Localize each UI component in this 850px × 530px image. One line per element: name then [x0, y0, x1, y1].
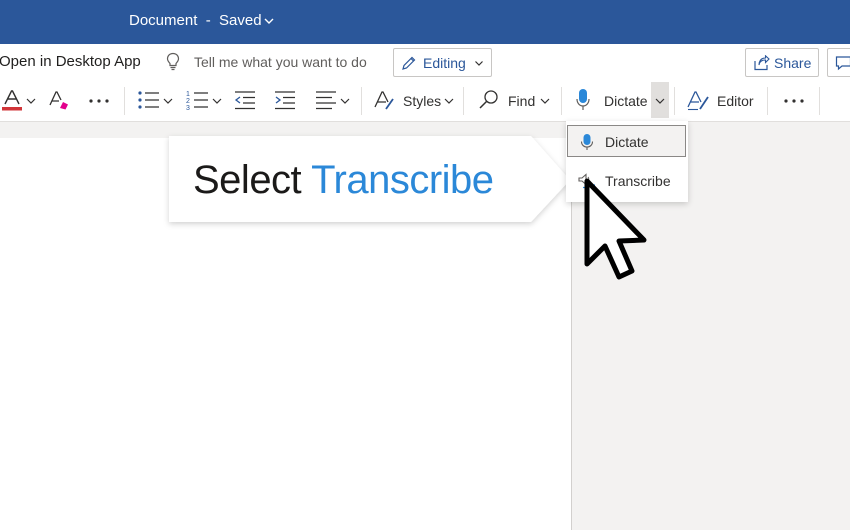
ribbon-divider — [0, 121, 850, 122]
ribbon-separator — [767, 87, 768, 115]
styles-icon[interactable] — [373, 89, 395, 111]
dictate-button[interactable]: Dictate — [604, 93, 648, 109]
editor-button[interactable]: Editor — [717, 93, 754, 109]
svg-text:3: 3 — [186, 105, 190, 111]
svg-text:1: 1 — [186, 91, 190, 98]
ellipsis-icon[interactable] — [783, 98, 805, 104]
font-color-icon[interactable] — [2, 88, 22, 112]
comments-button[interactable] — [827, 48, 850, 77]
chevron-down-icon[interactable] — [211, 96, 223, 106]
microphone-icon[interactable] — [576, 88, 590, 112]
tell-me-search[interactable]: Tell me what you want to do — [194, 54, 367, 70]
ribbon-separator — [463, 87, 464, 115]
ribbon-separator — [819, 87, 820, 115]
open-in-desktop-app-button[interactable]: Open in Desktop App — [0, 53, 141, 70]
share-label: Share — [774, 55, 812, 71]
ellipsis-icon[interactable] — [88, 98, 110, 104]
styles-button[interactable]: Styles — [403, 93, 441, 109]
pencil-icon — [402, 56, 416, 70]
chevron-down-icon[interactable] — [654, 96, 666, 106]
bulleted-list-icon[interactable] — [137, 90, 161, 110]
clear-formatting-icon[interactable] — [48, 89, 70, 111]
callout-text: Select Transcribe — [193, 158, 494, 203]
share-icon — [754, 55, 770, 71]
comment-icon — [835, 56, 850, 71]
callout-word-transcribe: Transcribe — [311, 158, 494, 202]
chevron-down-icon[interactable] — [25, 96, 37, 106]
align-left-icon[interactable] — [315, 90, 337, 110]
editing-label: Editing — [423, 55, 466, 71]
chevron-down-icon[interactable] — [262, 14, 276, 28]
menu-item-dictate-label: Dictate — [605, 134, 649, 150]
share-button[interactable]: Share — [745, 48, 819, 77]
numbered-list-icon[interactable]: 1 2 3 — [186, 89, 210, 111]
chevron-down-icon[interactable] — [443, 96, 455, 106]
chevron-down-icon[interactable] — [539, 96, 551, 106]
lightbulb-icon — [166, 52, 180, 71]
editor-pen-icon[interactable] — [686, 89, 710, 111]
ribbon-separator — [561, 87, 562, 115]
microphone-icon — [580, 134, 594, 150]
mouse-pointer-icon — [584, 178, 647, 280]
ribbon-separator — [124, 87, 125, 115]
editing-mode-button[interactable]: Editing — [393, 48, 492, 77]
ribbon-separator — [361, 87, 362, 115]
increase-indent-icon[interactable] — [274, 90, 296, 110]
svg-text:2: 2 — [186, 98, 190, 105]
chevron-down-icon[interactable] — [162, 96, 174, 106]
document-title[interactable]: Document - Saved — [129, 12, 262, 29]
search-icon[interactable] — [478, 89, 500, 111]
ribbon-separator — [674, 87, 675, 115]
decrease-indent-icon[interactable] — [234, 90, 256, 110]
title-bar: Document - Saved — [0, 0, 850, 44]
menu-item-dictate[interactable]: Dictate — [566, 125, 688, 159]
chevron-down-icon — [475, 61, 483, 66]
callout-word-select: Select — [193, 158, 302, 202]
find-button[interactable]: Find — [508, 93, 535, 109]
chevron-down-icon[interactable] — [339, 96, 351, 106]
